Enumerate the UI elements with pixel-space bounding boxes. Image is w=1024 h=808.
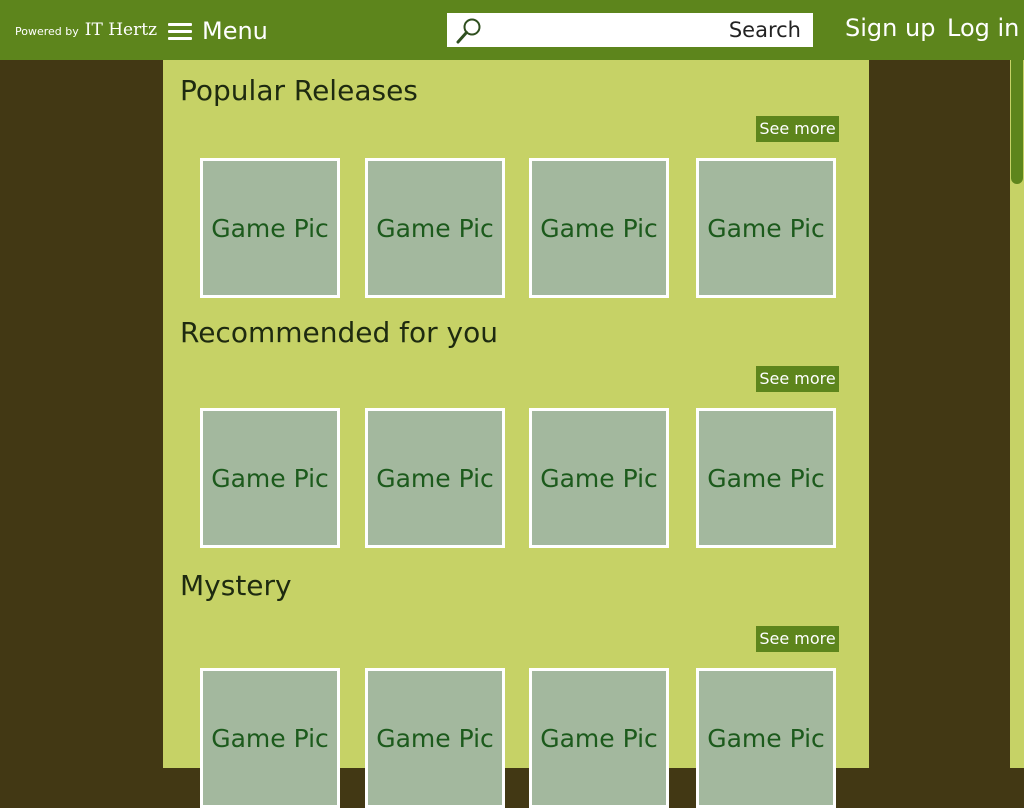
game-tile[interactable]: Game Pic (529, 408, 669, 548)
game-tile[interactable]: Game Pic (365, 408, 505, 548)
game-tile[interactable]: Game Pic (529, 668, 669, 808)
search-icon (456, 18, 481, 44)
game-tile[interactable]: Game Pic (200, 408, 340, 548)
game-tile[interactable]: Game Pic (200, 668, 340, 808)
brand-name: IT Hertz (84, 20, 158, 40)
search-bar: Search (447, 13, 813, 47)
main-content: Popular Releases See more Game Pic Game … (163, 60, 869, 808)
game-tile[interactable]: Game Pic (696, 158, 836, 298)
see-more-button[interactable]: See more (756, 366, 839, 392)
menu-button[interactable]: Menu (168, 14, 268, 48)
section-title-popular-releases: Popular Releases (180, 74, 418, 107)
brand-logo[interactable]: Powered by IT Hertz (15, 20, 157, 44)
see-more-button[interactable]: See more (756, 116, 839, 142)
game-tile[interactable]: Game Pic (696, 408, 836, 548)
section-title-mystery: Mystery (180, 569, 292, 602)
search-input[interactable] (489, 17, 723, 45)
game-tile[interactable]: Game Pic (365, 668, 505, 808)
game-tile[interactable]: Game Pic (365, 158, 505, 298)
game-tile[interactable]: Game Pic (696, 668, 836, 808)
log-in-link[interactable]: Log in (947, 14, 1019, 42)
sign-up-link[interactable]: Sign up (845, 14, 935, 42)
vertical-scrollbar[interactable] (1010, 60, 1024, 768)
top-navigation-bar: Powered by IT Hertz Menu Search Sign up … (0, 0, 1024, 60)
game-tile[interactable]: Game Pic (200, 158, 340, 298)
powered-by-label: Powered by (15, 25, 79, 38)
search-button[interactable]: Search (729, 16, 801, 44)
section-title-recommended: Recommended for you (180, 316, 498, 349)
see-more-button[interactable]: See more (756, 626, 839, 652)
game-tile[interactable]: Game Pic (529, 158, 669, 298)
hamburger-icon (168, 22, 192, 40)
menu-label: Menu (202, 17, 268, 45)
scrollbar-thumb[interactable] (1011, 60, 1023, 184)
